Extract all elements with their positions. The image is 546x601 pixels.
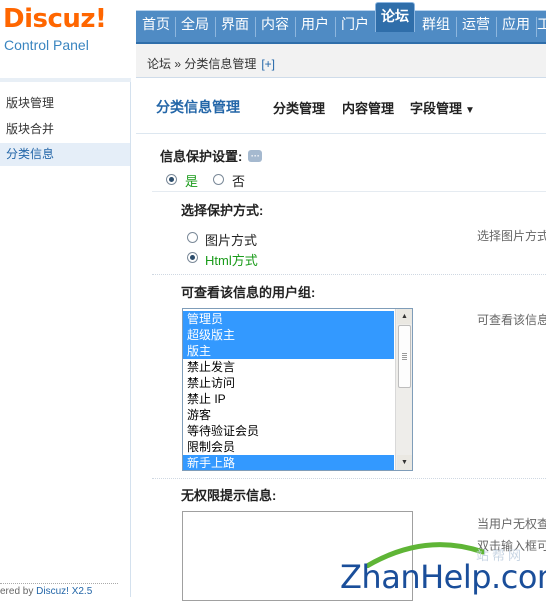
help-icon[interactable]: ··· [248,150,263,162]
method-html-radio[interactable] [187,252,198,263]
sub-navigation: 分类信息管理 分类管理 内容管理 字段管理 ▼ [136,78,546,134]
sidebar: 版块管理 版块合并 分类信息 ered by Discuz! X2.5 [0,78,131,597]
logo[interactable]: Discuz! Control Panel [0,0,136,70]
scroll-up-icon[interactable]: ▲ [397,309,412,324]
tab-category-manage[interactable]: 分类管理 [273,98,325,117]
logo-text: Discuz! [3,4,107,34]
scroll-down-icon[interactable]: ▼ [397,455,412,470]
top-navigation: 首页 全局 界面 内容 用户 门户 群组 运营 应用 工 论坛 [136,0,546,44]
method-image-radio[interactable] [187,232,198,243]
list-item[interactable]: 游客 [183,407,394,423]
method-tip: 选择图片方式 [477,229,546,243]
tab-content-manage[interactable]: 内容管理 [342,98,394,117]
nav-item-users[interactable]: 用户 [296,11,334,41]
protect-yes-radio[interactable] [166,174,177,185]
tab-field-manage[interactable]: 字段管理 ▼ [410,98,475,117]
sidebar-item-classified-info[interactable]: 分类信息 [0,143,130,166]
groups-tip: 可查看该信息 [477,313,546,327]
nav-item-tools[interactable]: 工 [537,11,546,41]
nav-item-global[interactable]: 全局 [176,11,214,41]
method-label: 选择保护方式: [181,203,264,218]
list-item[interactable]: 等待验证会员 [183,423,394,439]
user-groups-select[interactable]: 管理员 超级版主 版主 禁止发言 禁止访问 禁止 IP 游客 等待验证会员 限制会员 新手上路 ▲… [182,308,413,471]
nav-item-operation[interactable]: 运营 [457,11,495,41]
protect-label: 信息保护设置: [160,149,243,164]
method-html-label[interactable]: Html方式 [205,250,258,269]
list-item[interactable]: 新手上路 [183,455,394,470]
method-image-label[interactable]: 图片方式 [205,230,257,249]
nav-item-content[interactable]: 内容 [256,11,294,41]
groups-label: 可查看该信息的用户组: [181,285,316,300]
logo-subtitle: Control Panel [4,37,89,53]
nav-item-groups[interactable]: 群组 [417,11,455,41]
caret-down-icon: ▼ [465,105,475,116]
powered-by-link[interactable]: Discuz! X2.5 [36,586,92,597]
list-item[interactable]: 禁止 IP [183,391,394,407]
nav-item-home[interactable]: 首页 [138,11,174,41]
add-shortcut-button[interactable]: [+] [261,57,275,71]
noperm-label: 无权限提示信息: [181,488,277,503]
protect-no-radio[interactable] [213,174,224,185]
nav-item-interface[interactable]: 界面 [216,11,254,41]
list-scrollbar[interactable]: ▲ ▼ [395,309,412,470]
list-item[interactable]: 限制会员 [183,439,394,455]
list-item[interactable]: 管理员 [183,311,394,327]
list-item[interactable]: 禁止访问 [183,375,394,391]
nav-item-forum[interactable]: 论坛 [375,2,415,32]
protect-yes-label[interactable]: 是 [185,171,198,190]
page-title: 分类信息管理 [156,99,240,115]
list-item[interactable]: 禁止发言 [183,359,394,375]
watermark-logo: ZhanHelp.com [340,558,546,596]
breadcrumb-path[interactable]: 论坛 » 分类信息管理 [147,57,256,71]
sidebar-item-forum-merge[interactable]: 版块合并 [0,118,130,141]
nav-bar: 首页 全局 界面 内容 用户 门户 群组 运营 应用 工 [136,10,546,42]
nav-item-apps[interactable]: 应用 [497,11,535,41]
main-content: 分类信息管理 分类管理 内容管理 字段管理 ▼ 信息保护设置: ··· 是 否 选择… [136,78,546,601]
nav-item-portal[interactable]: 门户 [336,11,374,41]
protect-no-label[interactable]: 否 [232,171,245,190]
noperm-tip-1: 当用户无权查 [477,517,546,531]
list-item[interactable]: 版主 [183,343,394,359]
list-item[interactable]: 超级版主 [183,327,394,343]
sidebar-item-forum-manage[interactable]: 版块管理 [0,92,130,115]
powered-by: ered by Discuz! X2.5 [0,586,93,597]
breadcrumb: 论坛 » 分类信息管理 [+] [136,44,546,78]
scroll-thumb[interactable] [398,325,411,388]
